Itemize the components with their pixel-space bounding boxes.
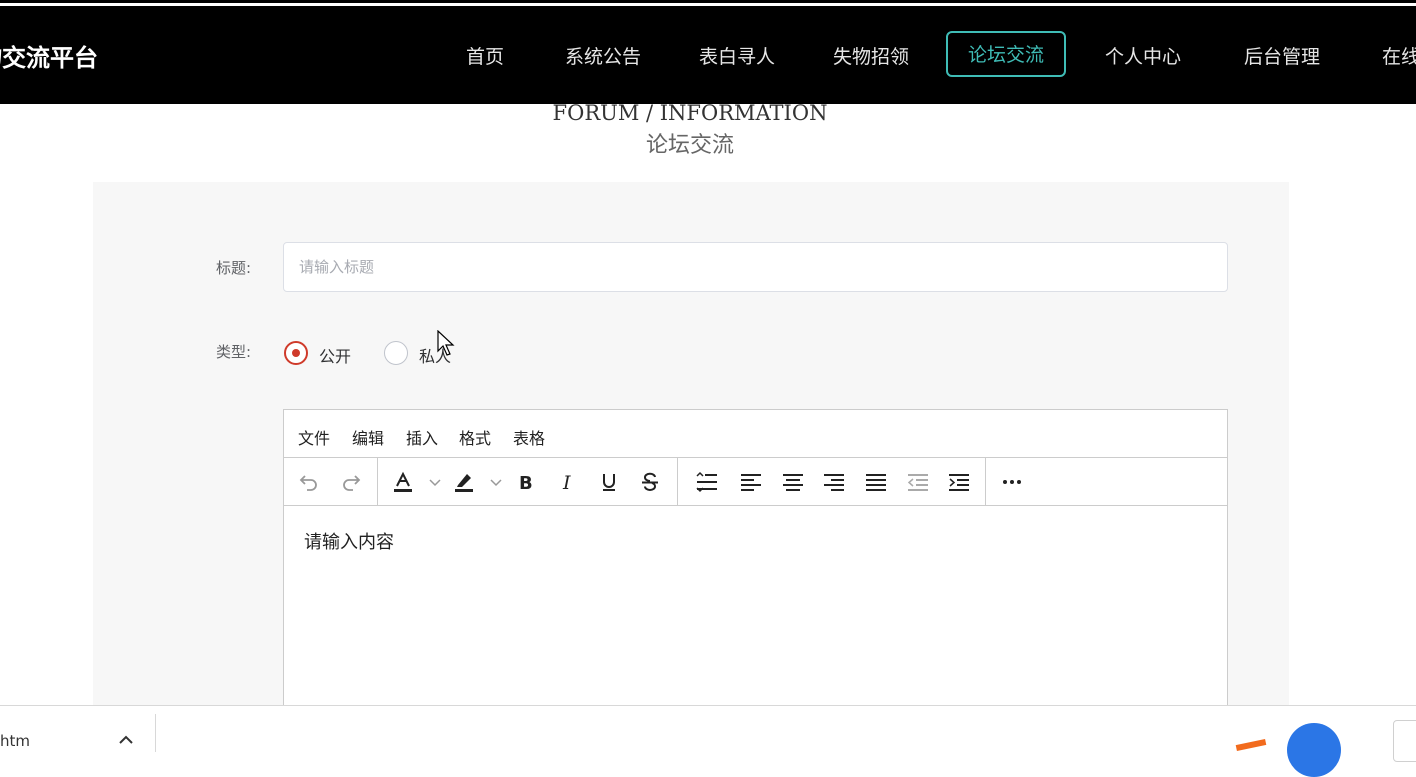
strikethrough-icon[interactable] (637, 470, 663, 494)
menu-file[interactable]: 文件 (298, 425, 330, 449)
download-bar: htm (0, 705, 1416, 752)
editor-menubar: 文件 编辑 插入 格式 表格 (284, 410, 1227, 458)
nav-item-announcements[interactable]: 系统公告 (565, 42, 641, 69)
mouse-cursor-icon (437, 329, 455, 362)
svg-text:I: I (562, 472, 571, 493)
radio-private[interactable] (384, 341, 408, 365)
site-brand[interactable]: 物交流平台 (0, 38, 98, 73)
align-left-icon[interactable] (738, 470, 764, 494)
highlight-icon[interactable] (451, 470, 477, 494)
text-color-icon[interactable] (390, 470, 416, 494)
svg-text:B: B (519, 473, 533, 493)
nav-item-forum[interactable]: 论坛交流 (946, 31, 1067, 77)
menu-edit[interactable]: 编辑 (352, 425, 384, 449)
title-input[interactable] (283, 242, 1228, 292)
section-title-en: FORUM / INFORMATION (552, 101, 828, 125)
chevron-down-icon[interactable] (483, 470, 509, 494)
nav-item-home[interactable]: 首页 (466, 42, 504, 69)
toolbar-separator (985, 458, 986, 505)
redo-icon[interactable] (338, 470, 364, 494)
italic-icon[interactable]: I (555, 470, 581, 494)
radio-public[interactable] (284, 341, 308, 365)
nav-item-online[interactable]: 在线 (1382, 42, 1416, 69)
chevron-down-icon[interactable] (422, 470, 448, 494)
chevron-up-icon[interactable] (118, 732, 134, 751)
editor-content[interactable]: 请输入内容 (304, 528, 394, 554)
navbar: 物交流平台 首页 系统公告 表白寻人 失物招领 论坛交流 个人中心 后台管理 在… (0, 6, 1416, 104)
align-justify-icon[interactable] (863, 470, 889, 494)
indent-icon[interactable] (946, 470, 972, 494)
toolbar-separator (677, 458, 678, 505)
radio-public-label[interactable]: 公开 (319, 343, 351, 367)
download-bar-divider (155, 714, 156, 752)
bold-icon[interactable]: B (513, 470, 539, 494)
outdent-icon[interactable] (905, 470, 931, 494)
menu-insert[interactable]: 插入 (406, 425, 438, 449)
align-center-icon[interactable] (780, 470, 806, 494)
align-right-icon[interactable] (821, 470, 847, 494)
nav-item-admin[interactable]: 后台管理 (1244, 42, 1320, 69)
menu-table[interactable]: 表格 (513, 425, 545, 449)
editor-toolbar: B I (284, 458, 1227, 506)
floating-action-button[interactable] (1287, 723, 1341, 777)
rich-text-editor: 文件 编辑 插入 格式 表格 B I 请输入内容 (283, 409, 1228, 719)
type-label: 类型: (216, 343, 252, 361)
nav-item-profile[interactable]: 个人中心 (1105, 42, 1181, 69)
toolbar-separator (377, 458, 378, 505)
section-title-cn: 论坛交流 (645, 133, 734, 158)
undo-icon[interactable] (296, 470, 322, 494)
download-file-name[interactable]: htm (0, 732, 30, 750)
line-height-icon[interactable] (694, 470, 720, 494)
title-label: 标题: (216, 259, 252, 277)
more-icon[interactable] (999, 470, 1025, 494)
nav-item-lost-found[interactable]: 失物招领 (833, 42, 909, 69)
nav-item-confession[interactable]: 表白寻人 (699, 42, 775, 69)
side-widget[interactable] (1393, 720, 1416, 762)
menu-format[interactable]: 格式 (459, 425, 491, 449)
underline-icon[interactable] (596, 470, 622, 494)
